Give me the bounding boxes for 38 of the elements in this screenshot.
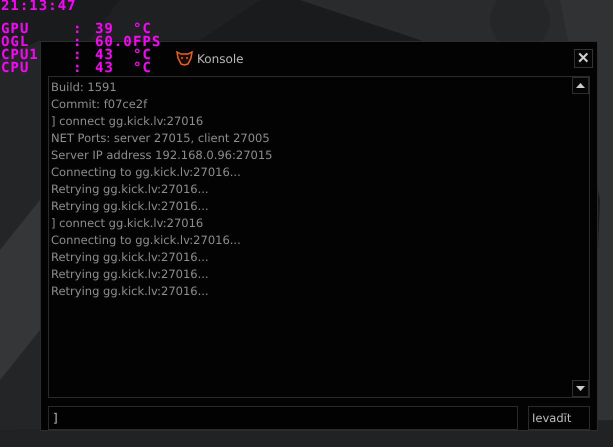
log-line: ] connect gg.kick.lv:27016 xyxy=(51,112,204,130)
close-button[interactable]: ✕ xyxy=(574,49,593,68)
stat-separator: : xyxy=(73,62,84,75)
log-line: NET Ports: server 27015, client 27005 xyxy=(51,130,271,147)
log-line: Retrying gg.kick.lv:27016... xyxy=(51,248,210,266)
stat-unit: °C xyxy=(133,49,153,62)
stat-label: CPU1 xyxy=(1,49,40,62)
stat-value: 60.0 xyxy=(95,36,133,49)
stat-separator: : xyxy=(73,36,84,49)
log-line: Retrying gg.kick.lv:27016... xyxy=(51,198,210,215)
log-line: Connecting to gg.kick.lv:27016... xyxy=(51,164,242,181)
bear-icon xyxy=(176,51,193,66)
down-triangle-icon xyxy=(576,386,585,391)
window-title: Konsole xyxy=(197,52,245,66)
command-input[interactable]: ] xyxy=(48,406,518,430)
log-line: Retrying gg.kick.lv:27016... xyxy=(51,282,210,300)
stat-unit: FPS xyxy=(133,36,162,49)
stat-label: GPU xyxy=(1,23,30,36)
log-line: Build: 1591 xyxy=(51,78,118,96)
submit-button[interactable]: Ievadīt xyxy=(528,406,590,430)
log-line: Commit: f07ce2f xyxy=(51,96,148,113)
log-line: Server IP address 192.168.0.96:27015 xyxy=(51,146,274,164)
stat-value: 43 xyxy=(95,62,115,75)
scroll-up-button[interactable] xyxy=(572,76,589,94)
stat-value: 39 xyxy=(95,23,114,36)
stat-separator: : xyxy=(73,49,84,62)
stat-value: 43 xyxy=(95,49,115,62)
stat-unit: °C xyxy=(133,23,152,36)
stat-unit: °C xyxy=(133,62,153,75)
log-line: Retrying gg.kick.lv:27016... xyxy=(51,180,210,198)
log-line: Connecting to gg.kick.lv:27016... xyxy=(51,232,242,249)
log-line: Retrying gg.kick.lv:27016... xyxy=(51,266,210,283)
up-triangle-icon xyxy=(576,82,585,88)
stat-label: OGL xyxy=(1,36,30,49)
log-line: ] connect gg.kick.lv:27016 xyxy=(51,214,204,232)
stat-separator: : xyxy=(73,23,84,36)
scroll-down-button[interactable] xyxy=(572,380,589,397)
stat-label: CPU xyxy=(1,62,30,75)
